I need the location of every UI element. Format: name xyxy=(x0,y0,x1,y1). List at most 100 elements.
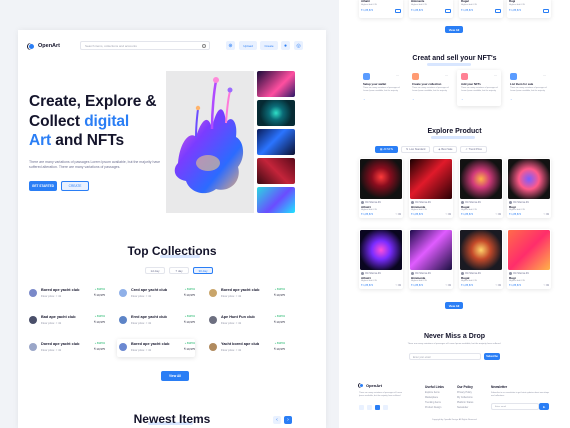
collection-avatar xyxy=(119,343,127,351)
collection-item[interactable]: Dored ape yacht club Floor price: ≈ 41 + 6… xyxy=(27,339,105,357)
nft-image[interactable] xyxy=(360,230,402,270)
nft-card[interactable]: Obi Sharma R1 Rugi Highest bid 0.35 ₹ 1,85,… xyxy=(507,229,551,289)
art-thumb-1[interactable] xyxy=(257,71,295,97)
collections-view-all-button[interactable]: View All xyxy=(161,371,189,381)
top-nft-card[interactable]: Rugal Highest bid 0.35 ₹ 1,85,874 xyxy=(459,0,503,18)
nft-image[interactable] xyxy=(360,159,402,199)
step-card[interactable]: ⋯ List them for sale There are many variat… xyxy=(506,70,550,106)
top-card-action-button[interactable] xyxy=(445,9,451,13)
collection-item[interactable]: Bored ape yacht club Floor price: ≈ 41 + 6… xyxy=(207,285,285,303)
tab-1d[interactable]: 1d day xyxy=(145,267,165,274)
linkedin-icon[interactable] xyxy=(375,405,380,410)
like-count[interactable]: ♡ 82 xyxy=(496,213,501,216)
footer-logo[interactable]: OpenArt xyxy=(359,383,382,388)
collection-item[interactable]: Bored ape yacht club Floor price: ≈ 41 + 6… xyxy=(27,285,105,303)
nft-image[interactable] xyxy=(410,159,452,199)
more-icon[interactable]: ⋯ xyxy=(494,73,497,77)
more-icon[interactable]: ⋯ xyxy=(396,73,399,77)
step-card[interactable]: ⋯ Create your collection There are many va… xyxy=(408,70,452,106)
profile-button[interactable]: ● xyxy=(281,41,290,50)
nft-card[interactable]: Obi Sharma R1 Himmenle Highest bid 0.35 ₹ 1… xyxy=(409,158,453,218)
like-count[interactable]: ♡ 82 xyxy=(396,213,401,216)
footer-link[interactable]: Product Design xyxy=(425,405,441,410)
create-button[interactable]: Create xyxy=(260,41,278,50)
step-arrow-link[interactable]: → xyxy=(461,98,464,101)
nft-image[interactable] xyxy=(508,230,550,270)
nft-card[interactable]: Obi Sharma R1 Rugal Highest bid 0.35 ₹ 1,85… xyxy=(459,158,503,218)
top-nft-card[interactable]: Athatri Highest bid 0.35 ₹ 1,85,874 xyxy=(359,0,403,18)
top-card-action-button[interactable] xyxy=(495,9,501,13)
nft-card[interactable]: Obi Sharma R1 Rugi Highest bid 0.35 ₹ 1,85,… xyxy=(507,158,551,218)
footer-send-button[interactable]: ➤ xyxy=(539,403,549,410)
search-icon[interactable] xyxy=(202,44,206,48)
nft-image[interactable] xyxy=(460,230,502,270)
get-started-button[interactable]: GET STARTED xyxy=(29,181,57,191)
nft-card[interactable]: Obi Sharma R1 Himmenle Highest bid 0.35 ₹ 1… xyxy=(409,229,453,289)
collection-floor-price: Floor price: ≈ 41 xyxy=(41,294,62,298)
like-count[interactable]: ♡ 82 xyxy=(496,284,501,287)
creator-name: Obi Sharma R1 xyxy=(465,272,481,275)
like-count[interactable]: ♡ 82 xyxy=(446,284,451,287)
hero-create-button[interactable]: CREATE xyxy=(61,181,89,191)
footer-email-input[interactable]: Enter email xyxy=(491,403,539,410)
filter-low-standard[interactable]: ⇅ Low Standard xyxy=(401,146,431,153)
top-view-all-button[interactable]: View All xyxy=(445,26,463,33)
more-icon[interactable]: ⋯ xyxy=(445,73,448,77)
like-count[interactable]: ♡ 82 xyxy=(544,284,549,287)
step-card[interactable]: ⋯ Setup your wallet There are many variati… xyxy=(359,70,403,106)
collection-item[interactable]: Cred ape yacht club Floor price: ≈ 41 + 69… xyxy=(117,285,195,303)
art-thumb-4[interactable] xyxy=(257,158,295,184)
nft-image[interactable] xyxy=(460,159,502,199)
logo-icon xyxy=(28,42,35,50)
filter-best-sale[interactable]: ◈ Best Sale xyxy=(433,146,458,153)
step-arrow-link[interactable]: → xyxy=(363,98,366,101)
collection-item[interactable]: Yacht bored ape club Floor price: ≈ 41 + 6… xyxy=(207,339,285,357)
like-count[interactable]: ♡ 82 xyxy=(446,213,451,216)
nft-card[interactable]: Obi Sharma R1 Athatri Highest bid 0.35 ₹ 1,… xyxy=(359,229,403,289)
next-button[interactable]: › xyxy=(284,416,292,424)
tab-7d[interactable]: 7 day xyxy=(169,267,189,274)
collection-floor-price: Floor price: ≈ 41 xyxy=(131,321,152,325)
page: OpenArt Search items, collections and ac… xyxy=(0,0,570,428)
art-thumb-5[interactable] xyxy=(257,187,295,213)
add-button[interactable]: ⊕ xyxy=(226,41,235,50)
search-input[interactable]: Search items, collections and accounts xyxy=(80,41,210,50)
collection-item[interactable]: Bad ape yacht club Floor price: ≈ 41 + 694… xyxy=(27,312,105,330)
upload-button[interactable]: Upload xyxy=(239,41,257,50)
art-thumb-2[interactable] xyxy=(257,100,295,126)
explore-view-all-button[interactable]: View All xyxy=(445,302,463,309)
footer-col3-text: Subscribe to our newsletter to get lates… xyxy=(491,392,550,397)
subscribe-button[interactable]: Subscribe xyxy=(484,353,500,360)
filter-all-nfts[interactable]: ▦ All NFTs xyxy=(375,146,399,153)
facebook-icon[interactable] xyxy=(359,405,364,410)
prev-button[interactable]: ‹ xyxy=(273,416,281,424)
step-card[interactable]: ⋯ Add your NFTs There are many variations … xyxy=(457,70,501,106)
wallet-button[interactable]: ◎ xyxy=(294,41,303,50)
twitter-icon[interactable] xyxy=(367,405,372,410)
top-card-action-button[interactable] xyxy=(543,9,549,13)
tab-30d[interactable]: 30 day xyxy=(193,267,213,274)
more-icon[interactable]: ⋯ xyxy=(543,73,546,77)
nft-image[interactable] xyxy=(410,230,452,270)
filter-trend-price[interactable]: ↗ Trend Price xyxy=(460,146,487,153)
collection-item[interactable]: Bored ape yacht club Floor price: ≈ 41 + 6… xyxy=(117,339,195,357)
art-thumb-3[interactable] xyxy=(257,129,295,155)
logo[interactable]: OpenArt xyxy=(28,42,60,50)
like-count[interactable]: ♡ 82 xyxy=(544,213,549,216)
step-arrow-link[interactable]: → xyxy=(510,98,513,101)
footer-link[interactable]: Newsletter xyxy=(457,405,473,410)
like-count[interactable]: ♡ 82 xyxy=(396,284,401,287)
nft-image[interactable] xyxy=(508,159,550,199)
collection-item[interactable]: Ape Hunt Fun club Floor price: ≈ 41 + 6945… xyxy=(207,312,285,330)
top-nft-card[interactable]: Himmenle Highest bid 0.35 ₹ 1,85,874 xyxy=(409,0,453,18)
collection-item[interactable]: Ered ape yacht club Floor price: ≈ 41 + 69… xyxy=(117,312,195,330)
newsletter-email-input[interactable]: Enter your email xyxy=(409,353,481,360)
nft-card[interactable]: Obi Sharma R1 Athatri Highest bid 0.35 ₹ 1,… xyxy=(359,158,403,218)
top-card-action-button[interactable] xyxy=(395,9,401,13)
instagram-icon[interactable] xyxy=(383,405,388,410)
step-arrow-link[interactable]: → xyxy=(412,98,415,101)
top-card-bid: Highest bid 0.35 xyxy=(411,4,427,6)
top-nft-card[interactable]: Rugi Highest bid 0.35 ₹ 1,85,874 xyxy=(507,0,551,18)
nft-card[interactable]: Obi Sharma R1 Rugal Highest bid 0.35 ₹ 1,85… xyxy=(459,229,503,289)
creator-name: Obi Sharma R1 xyxy=(513,272,529,275)
